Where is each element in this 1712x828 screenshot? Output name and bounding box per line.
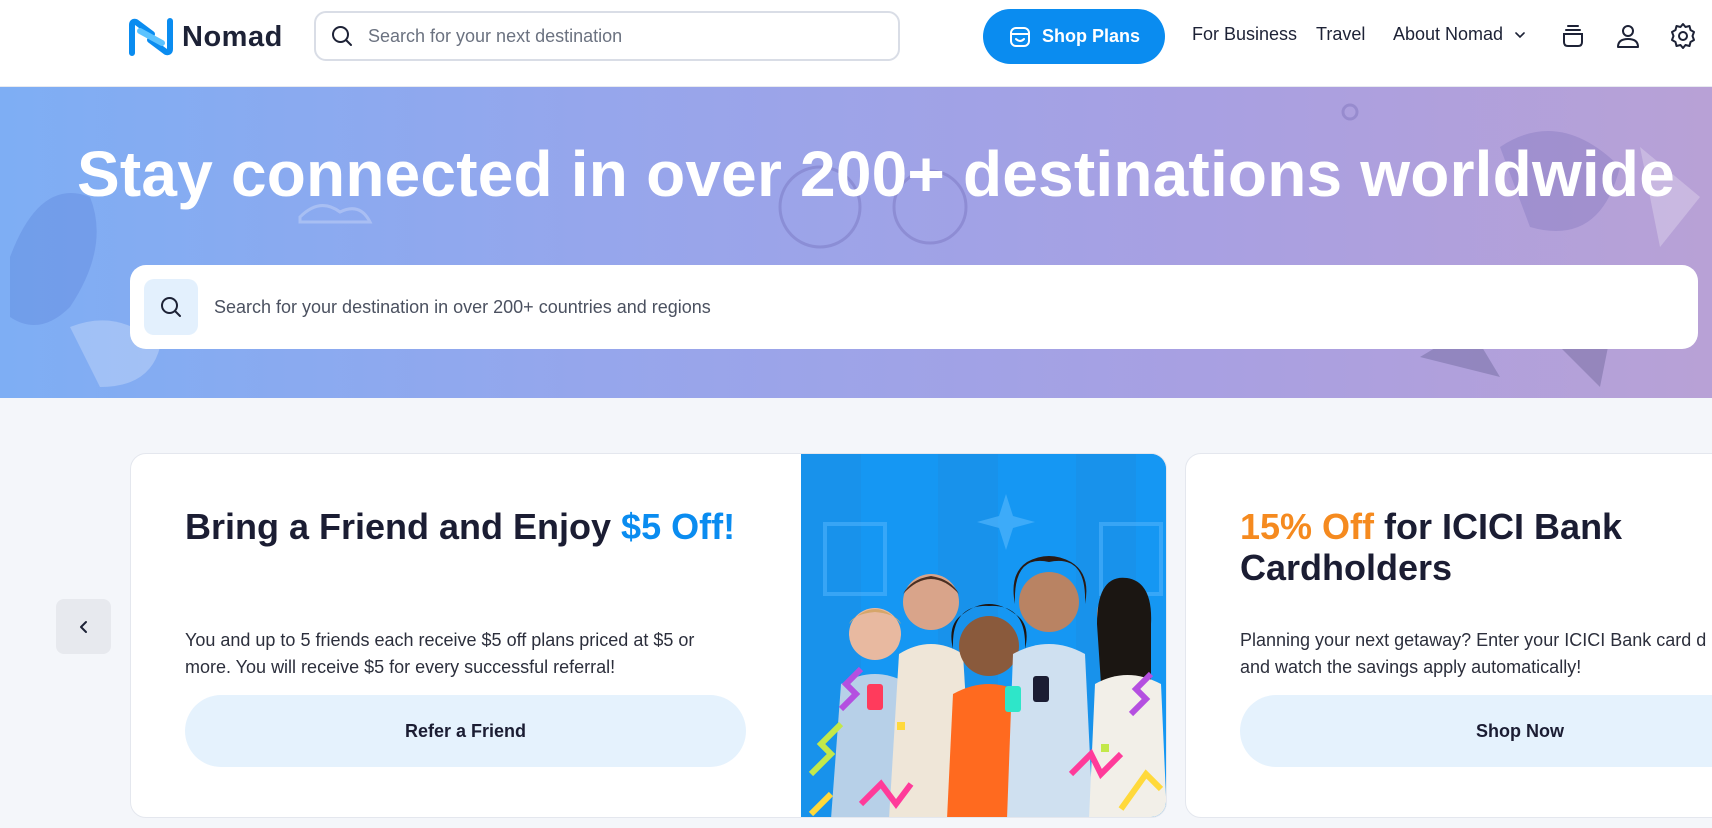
hero-search-button[interactable]	[144, 279, 198, 335]
store-icon	[1009, 26, 1030, 47]
top-navigation-bar: Nomad Shop Plans For Business Travel Abo…	[0, 0, 1712, 87]
carousel-prev-button[interactable]	[56, 599, 111, 654]
promo-title-accent: 15% Off	[1240, 506, 1375, 547]
nav-about-label: About Nomad	[1393, 24, 1504, 44]
search-icon	[332, 26, 352, 46]
hero-illustration	[10, 103, 1700, 387]
refer-a-friend-button[interactable]: Refer a Friend	[185, 695, 746, 767]
hero-search-box[interactable]	[130, 265, 1698, 349]
hero-search-input[interactable]	[212, 295, 1616, 319]
gear-icon[interactable]	[1669, 22, 1697, 50]
promo-title: 15% Off for ICICI Bank Cardholders	[1240, 506, 1700, 588]
promo-title-accent: $5 Off!	[621, 506, 736, 547]
nav-for-business[interactable]: For Business	[1192, 24, 1297, 45]
nav-travel[interactable]: Travel	[1316, 24, 1365, 45]
chevron-down-icon	[1515, 31, 1525, 38]
promo-title-main: Bring a Friend and Enjoy	[185, 506, 622, 547]
promo-title: Bring a Friend and Enjoy $5 Off!	[185, 506, 735, 547]
promo-card-icici: 15% Off for ICICI Bank Cardholders Plann…	[1185, 453, 1712, 818]
promo-description: Planning your next getaway? Enter your I…	[1240, 627, 1712, 681]
promo-description-line-1: Planning your next getaway? Enter your I…	[1240, 630, 1707, 650]
promo-description-line-2: and watch the savings apply automaticall…	[1240, 657, 1582, 677]
shop-now-button[interactable]: Shop Now	[1240, 695, 1712, 767]
shop-plans-label: Shop Plans	[1041, 26, 1140, 46]
hero-banner: Stay connected in over 200+ destinations…	[0, 87, 1712, 398]
nav-about-nomad[interactable]: About Nomad	[1393, 24, 1527, 45]
nomad-logo-icon	[129, 18, 173, 56]
user-icon[interactable]	[1614, 22, 1642, 50]
search-icon	[161, 297, 181, 317]
logo-text: Nomad	[182, 20, 283, 53]
shop-plans-button[interactable]: Shop Plans	[983, 9, 1165, 64]
chevron-left-icon	[79, 620, 87, 633]
nomad-logo[interactable]: Nomad	[128, 17, 283, 57]
promo-description: You and up to 5 friends each receive $5 …	[185, 630, 695, 677]
header-search-input[interactable]	[366, 24, 890, 48]
promo-card-referral: Bring a Friend and Enjoy $5 Off! You and…	[130, 453, 1167, 818]
hero-title: Stay connected in over 200+ destinations…	[77, 138, 1675, 210]
friends-photo	[801, 454, 1166, 817]
header-search-box[interactable]	[314, 11, 900, 61]
stack-icon[interactable]	[1559, 22, 1587, 50]
